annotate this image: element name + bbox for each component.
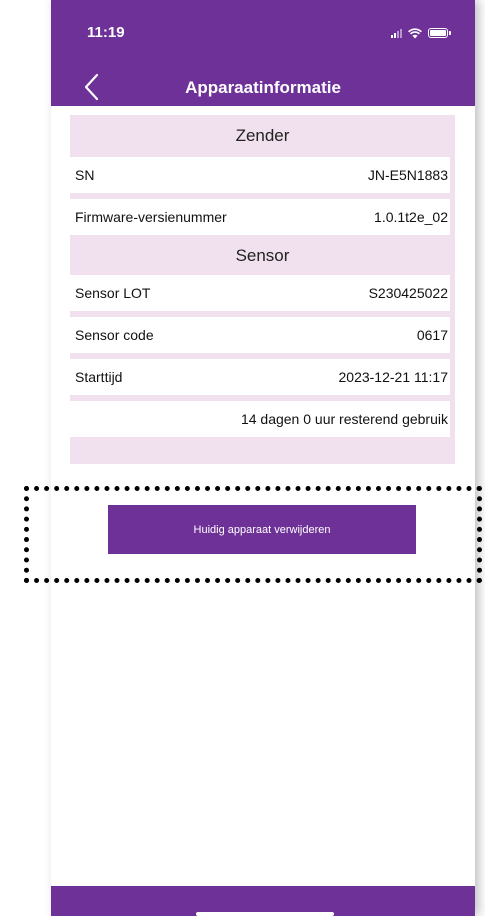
row-value: S230425022	[368, 285, 448, 301]
info-row-starttijd: Starttijd 2023-12-21 11:17	[70, 359, 450, 395]
row-label: Sensor code	[75, 327, 154, 343]
signal-icon	[391, 28, 402, 38]
info-row-remaining: 14 dagen 0 uur resterend gebruik	[70, 401, 450, 437]
battery-tip	[449, 31, 451, 35]
nav-bar: Apparaatinformatie	[51, 68, 475, 106]
delete-device-button[interactable]: Huidig apparaat verwijderen	[108, 505, 416, 554]
info-row-sensor-code: Sensor code 0617	[70, 317, 450, 353]
row-value: JN-E5N1883	[367, 167, 448, 183]
remaining-usage-text: 14 dagen 0 uur resterend gebruik	[240, 411, 448, 427]
row-label: Firmware-versienummer	[75, 209, 227, 225]
home-indicator[interactable]	[196, 912, 334, 916]
status-bar: 11:19	[51, 0, 475, 68]
info-row-firmware: Firmware-versienummer 1.0.1t2e_02	[70, 199, 450, 235]
row-value: 0617	[416, 327, 448, 343]
section-header-sensor: Sensor	[235, 246, 290, 265]
row-label: Sensor LOT	[75, 285, 151, 301]
page-title: Apparaatinformatie	[185, 78, 341, 97]
row-value: 1.0.1t2e_02	[374, 209, 448, 225]
info-row-sn: SN JN-E5N1883	[70, 157, 450, 193]
info-row-sensor-lot: Sensor LOT S230425022	[70, 275, 450, 311]
battery-icon	[428, 28, 448, 38]
section-header-zender: Zender	[235, 126, 290, 145]
row-label: SN	[75, 167, 95, 183]
row-label: Starttijd	[75, 369, 123, 385]
status-time: 11:19	[87, 24, 125, 41]
status-icons	[391, 26, 451, 40]
row-value: 2023-12-21 11:17	[338, 369, 449, 385]
device-info-card: Zender SN JN-E5N1883 Firmware-versienumm…	[70, 115, 455, 464]
wifi-icon	[408, 27, 422, 38]
phone-screen: 11:19 Apparaatinformatie Zender SN JN-E5…	[51, 0, 475, 916]
